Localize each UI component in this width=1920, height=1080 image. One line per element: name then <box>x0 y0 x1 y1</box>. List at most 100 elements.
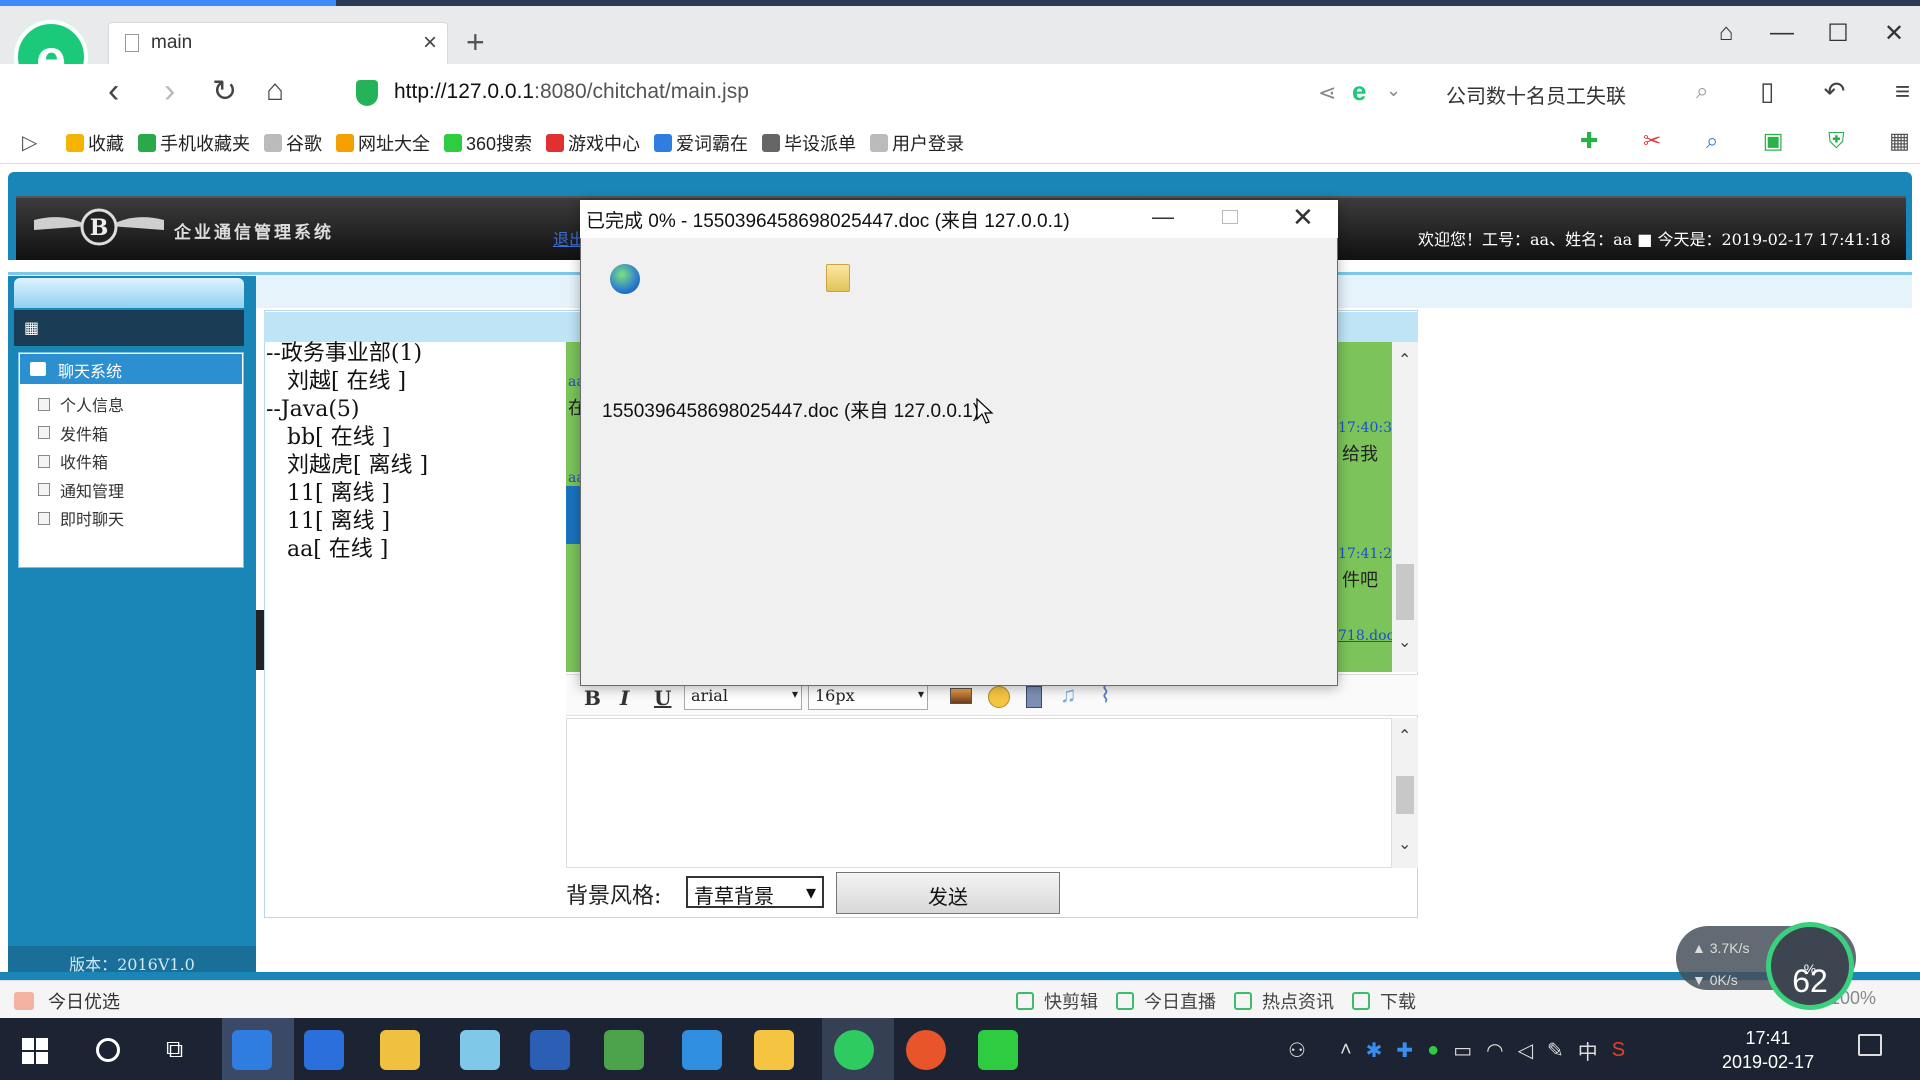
feather-icon[interactable] <box>530 1030 570 1070</box>
bluetooth-icon[interactable]: ✱ <box>1366 1038 1383 1063</box>
scroll-thumb[interactable] <box>1396 776 1414 814</box>
tree-contact[interactable]: aa[ 在线 ] <box>266 536 428 564</box>
chat-scrollbar[interactable]: ⌃ ⌄ <box>1392 342 1418 672</box>
menu-item[interactable]: 发件箱 <box>38 421 108 445</box>
notes-icon[interactable] <box>460 1030 500 1070</box>
scissors-icon[interactable]: ✂ <box>1643 128 1661 154</box>
tab-close-icon[interactable]: × <box>423 29 437 57</box>
tree-contact[interactable]: 刘越虎[ 离线 ] <box>266 452 428 480</box>
sunflower-icon[interactable] <box>754 1030 794 1070</box>
windows-start-icon[interactable] <box>22 1038 48 1064</box>
file-explorer-icon[interactable] <box>380 1030 420 1070</box>
ime-indicator[interactable]: 中 <box>1578 1036 1598 1065</box>
home-icon[interactable]: ⌂ <box>266 74 284 108</box>
zoom-icon[interactable]: ⌕ <box>1706 128 1718 154</box>
pen-icon[interactable]: ✎ <box>1547 1038 1564 1063</box>
chevron-down-icon[interactable]: ⌄ <box>1386 80 1401 101</box>
share-icon[interactable]: ⋖ <box>1318 80 1336 106</box>
memory-gauge[interactable]: 62% <box>1766 922 1854 1010</box>
reload-icon[interactable]: ↻ <box>212 74 237 109</box>
battery-icon[interactable]: ▭ <box>1453 1038 1472 1063</box>
today-picks[interactable]: 今日优选 <box>14 988 120 1014</box>
font-select[interactable]: arial <box>684 682 802 710</box>
translate-icon[interactable]: ✚ <box>1580 128 1598 154</box>
clock[interactable]: 17:41 2019-02-17 <box>1722 1026 1814 1074</box>
back-icon[interactable]: ‹ <box>108 72 119 111</box>
bookmark-item[interactable]: 360搜索 <box>444 130 532 156</box>
tree-contact[interactable]: 11[ 离线 ] <box>266 508 428 536</box>
scroll-down-icon[interactable]: ⌄ <box>1398 632 1411 652</box>
game-pad-icon[interactable]: ▣ <box>1763 128 1784 154</box>
menu-icon[interactable]: ≡ <box>1895 76 1910 107</box>
maximize-icon[interactable]: ☐ <box>1817 19 1859 48</box>
people-icon[interactable]: ⚇ <box>1288 1038 1306 1063</box>
mobile-icon[interactable]: ▯ <box>1760 76 1774 107</box>
editor-scrollbar[interactable]: ⌃ ⌄ <box>1392 718 1418 868</box>
tree-contact[interactable]: 11[ 离线 ] <box>266 480 428 508</box>
bold-button[interactable]: B <box>584 686 601 710</box>
italic-button[interactable]: I <box>620 686 629 710</box>
new-tab-button[interactable]: + <box>466 24 485 61</box>
browser-360-icon[interactable] <box>834 1030 874 1070</box>
image-icon[interactable] <box>950 688 972 704</box>
menu-header[interactable]: 聊天系统 <box>20 354 242 384</box>
search-input[interactable]: 公司数十名员工失联 <box>1446 80 1626 109</box>
scroll-up-icon[interactable]: ⌃ <box>1398 350 1411 370</box>
volume-icon[interactable]: ◁ <box>1518 1038 1533 1063</box>
scroll-down-icon[interactable]: ⌄ <box>1398 834 1411 854</box>
menu-item[interactable]: 个人信息 <box>38 392 124 416</box>
emoji-icon[interactable] <box>988 686 1010 708</box>
photo-icon[interactable] <box>604 1030 644 1070</box>
tree-group[interactable]: --政务事业部(1) <box>266 340 428 368</box>
forward-icon[interactable]: › <box>164 72 175 111</box>
bookmark-item[interactable]: 爱词霸在 <box>654 130 748 156</box>
engine-icon[interactable]: e <box>1352 76 1366 107</box>
bookmark-item[interactable]: 游戏中心 <box>546 130 640 156</box>
tab-main[interactable]: main × <box>108 22 448 64</box>
wechat-tray-icon[interactable]: ● <box>1427 1039 1439 1062</box>
bookmark-item[interactable]: 手机收藏夹 <box>138 130 250 156</box>
close-icon[interactable]: ✕ <box>1873 19 1915 48</box>
scroll-up-icon[interactable]: ⌃ <box>1398 726 1411 746</box>
menu-item[interactable]: 收件箱 <box>38 449 108 473</box>
wps-icon[interactable] <box>304 1030 344 1070</box>
security-shield-icon[interactable] <box>356 80 378 106</box>
dialog-minimize-icon[interactable]: — <box>1152 204 1174 230</box>
task-view-icon[interactable]: ⧉ <box>166 1036 183 1064</box>
search-circle-icon[interactable] <box>96 1038 120 1062</box>
dialog-maximize-icon[interactable] <box>1222 210 1238 224</box>
wifi-icon[interactable]: ◠ <box>1486 1038 1503 1063</box>
skin-icon[interactable]: ⌂ <box>1705 19 1747 47</box>
status-item[interactable]: 快剪辑 <box>1016 988 1098 1014</box>
app-store-icon[interactable] <box>232 1030 272 1070</box>
bookmark-item[interactable]: 毕设派单 <box>762 130 856 156</box>
url-field[interactable]: http://127.0.0.1:8080/chitchat/main.jsp <box>394 80 749 104</box>
tray-chevron-icon[interactable]: ˄ <box>1340 1039 1352 1062</box>
menu-item[interactable]: 通知管理 <box>38 478 124 502</box>
send-button[interactable]: 发送 <box>836 872 1060 914</box>
status-item[interactable]: 热点资讯 <box>1234 988 1334 1014</box>
notification-icon[interactable] <box>1858 1034 1882 1056</box>
bookmark-item[interactable]: 谷歌 <box>264 130 322 156</box>
dict-app-icon[interactable] <box>682 1030 722 1070</box>
tray-app-icon[interactable]: ✚ <box>1396 1038 1413 1063</box>
minimize-icon[interactable]: — <box>1761 19 1803 47</box>
size-select[interactable]: 16px <box>808 682 928 710</box>
status-item[interactable]: 今日直播 <box>1116 988 1216 1014</box>
tree-contact[interactable]: 刘越[ 在线 ] <box>266 368 428 396</box>
bookmark-item[interactable]: 网址大全 <box>336 130 430 156</box>
firefox-icon[interactable] <box>906 1030 946 1070</box>
bookmark-item[interactable]: 收藏 <box>66 130 124 156</box>
panel-splitter[interactable] <box>256 610 264 670</box>
apps-icon[interactable]: ▦ <box>1889 128 1910 154</box>
tree-group[interactable]: --Java(5) <box>266 396 428 424</box>
video-icon[interactable] <box>1026 686 1042 708</box>
background-style-select[interactable]: 青草背景 <box>686 876 824 908</box>
undo-icon[interactable]: ↶ <box>1824 76 1846 107</box>
menu-item[interactable]: 即时聊天 <box>38 506 124 530</box>
dialog-close-icon[interactable]: ✕ <box>1292 202 1314 233</box>
safe-icon[interactable]: ⛨ <box>1828 128 1845 154</box>
bookmark-item[interactable]: 用户登录 <box>870 130 964 156</box>
message-editor[interactable] <box>566 718 1392 868</box>
status-item[interactable]: 下载 <box>1352 988 1416 1014</box>
